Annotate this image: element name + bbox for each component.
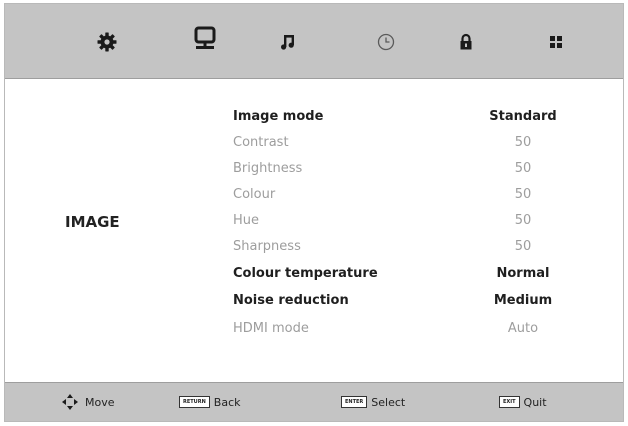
menu-item-label: Noise reduction	[233, 293, 349, 308]
menu-item-value: Normal	[496, 266, 550, 281]
menu-tab-bar	[5, 4, 623, 79]
menu-item-contrast[interactable]: Contrast 50	[233, 135, 593, 157]
menu-item-hdmi-mode[interactable]: HDMI mode Auto	[233, 321, 593, 343]
hint-move-label: Move	[85, 395, 115, 409]
menu-item-value: 50	[514, 213, 532, 228]
lock-icon	[460, 33, 472, 50]
menu-item-label: Sharpness	[233, 239, 301, 254]
key-hint-bar: Move RETURN Back ENTER Select EXIT Quit	[5, 382, 623, 421]
menu-item-value: Standard	[489, 109, 557, 124]
music-note-icon	[281, 35, 294, 50]
menu-item-colour-temperature[interactable]: Colour temperature Normal	[233, 266, 593, 288]
tab-sound[interactable]	[268, 22, 308, 62]
menu-item-label: HDMI mode	[233, 321, 309, 336]
menu-item-brightness[interactable]: Brightness 50	[233, 161, 593, 183]
menu-item-colour[interactable]: Colour 50	[233, 187, 593, 209]
dpad-arrows-icon	[62, 394, 78, 410]
enter-key-icon: ENTER	[341, 396, 368, 408]
clock-icon	[377, 33, 395, 51]
section-title: IMAGE	[65, 213, 120, 231]
menu-item-label: Hue	[233, 213, 260, 228]
gear-icon	[97, 32, 117, 52]
menu-item-image-mode[interactable]: Image mode Standard	[233, 109, 593, 131]
exit-key-icon: EXIT	[499, 396, 520, 408]
menu-item-hue[interactable]: Hue 50	[233, 213, 593, 235]
grid-icon	[550, 36, 562, 48]
menu-item-label: Contrast	[233, 135, 289, 150]
menu-item-value: 50	[514, 187, 532, 202]
menu-item-value: Medium	[493, 293, 553, 308]
tab-setup[interactable]	[536, 22, 576, 62]
hint-select: ENTER Select	[341, 394, 405, 410]
hint-back: RETURN Back	[179, 394, 241, 410]
tab-image[interactable]	[185, 19, 225, 59]
menu-item-label: Colour temperature	[233, 266, 378, 281]
tab-time[interactable]	[366, 22, 406, 62]
menu-item-label: Image mode	[233, 109, 324, 124]
menu-item-value: 50	[514, 135, 532, 150]
return-key-icon: RETURN	[179, 396, 210, 408]
hint-quit: EXIT Quit	[499, 394, 547, 410]
hint-back-label: Back	[213, 395, 241, 409]
menu-item-label: Brightness	[233, 161, 303, 176]
tv-menu-screen: IMAGE Image mode Standard Contrast 50 Br…	[4, 3, 624, 422]
tab-settings[interactable]	[87, 22, 127, 62]
menu-item-value: 50	[514, 239, 532, 254]
menu-item-sharpness[interactable]: Sharpness 50	[233, 239, 593, 261]
tab-lock[interactable]	[446, 22, 486, 62]
menu-item-value: 50	[514, 161, 532, 176]
image-settings-panel: IMAGE Image mode Standard Contrast 50 Br…	[5, 79, 623, 383]
menu-item-noise-reduction[interactable]: Noise reduction Medium	[233, 293, 593, 315]
hint-select-label: Select	[371, 395, 406, 409]
menu-item-label: Colour	[233, 187, 276, 202]
menu-item-value: Auto	[507, 321, 539, 336]
hint-quit-label: Quit	[523, 395, 547, 409]
monitor-icon	[194, 26, 216, 49]
hint-move: Move	[59, 394, 115, 410]
